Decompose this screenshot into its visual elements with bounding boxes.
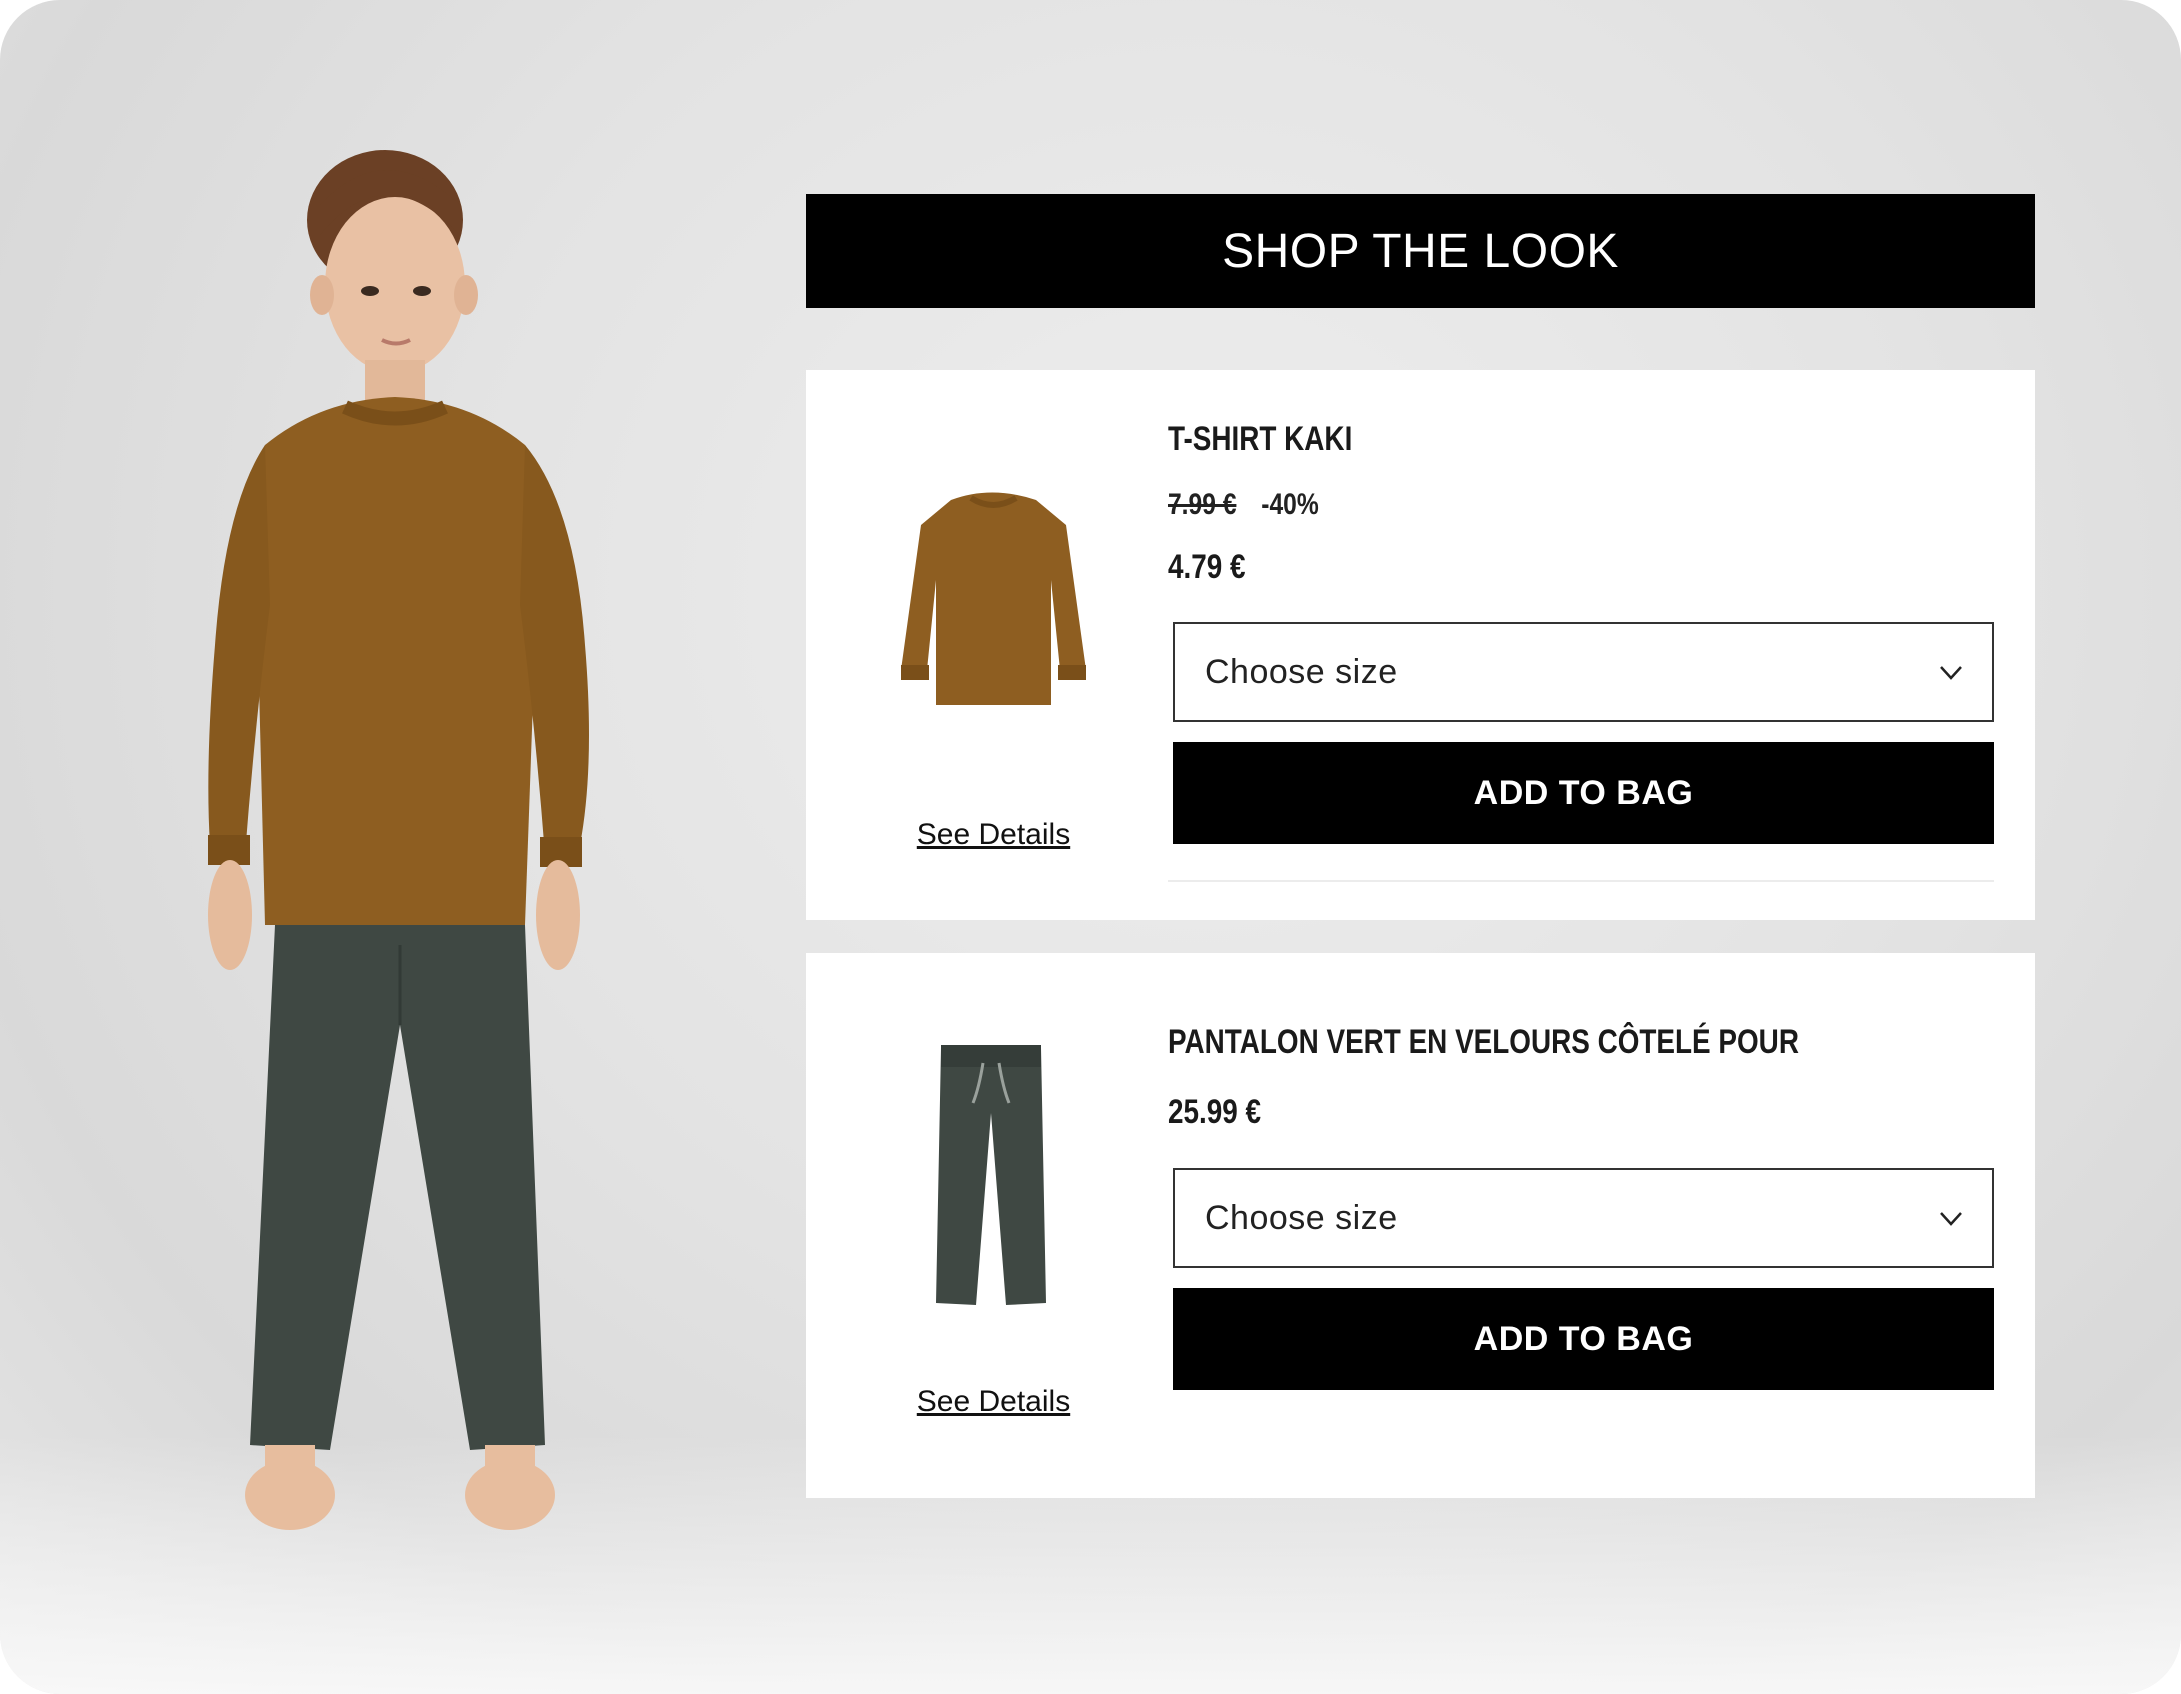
size-select-placeholder: Choose size bbox=[1205, 652, 1398, 691]
product-card: See Details T-SHIRT KAKI 7.99 € -40% 4.7… bbox=[806, 370, 2035, 920]
model-image bbox=[208, 150, 589, 1530]
add-to-bag-button[interactable]: ADD TO BAG bbox=[1173, 742, 1994, 844]
current-price: 25.99 € bbox=[1168, 1093, 1262, 1131]
see-details-link[interactable]: See Details bbox=[906, 1385, 1081, 1419]
chevron-down-icon bbox=[1940, 666, 1962, 680]
product-title[interactable]: PANTALON VERT EN VELOURS CÔTELÉ POUR bbox=[1168, 1023, 1799, 1062]
pants-image[interactable] bbox=[921, 1033, 1061, 1313]
size-select[interactable]: Choose size bbox=[1173, 1168, 1994, 1268]
shop-the-look-header: SHOP THE LOOK bbox=[806, 194, 2035, 308]
add-to-bag-label: ADD TO BAG bbox=[1473, 773, 1694, 812]
product-title[interactable]: T-SHIRT KAKI bbox=[1168, 420, 1352, 459]
price-row: 7.99 € -40% bbox=[1168, 488, 1319, 522]
size-select[interactable]: Choose size bbox=[1173, 622, 1994, 722]
tshirt-image[interactable] bbox=[891, 470, 1096, 720]
divider bbox=[1168, 880, 1994, 882]
product-card: See Details PANTALON VERT EN VELOURS CÔT… bbox=[806, 953, 2035, 1498]
add-to-bag-label: ADD TO BAG bbox=[1473, 1319, 1694, 1358]
old-price: 7.99 € bbox=[1168, 488, 1237, 521]
size-select-placeholder: Choose size bbox=[1205, 1198, 1398, 1237]
discount-badge: -40% bbox=[1261, 488, 1319, 521]
current-price: 4.79 € bbox=[1168, 548, 1246, 586]
see-details-link[interactable]: See Details bbox=[906, 818, 1081, 852]
header-title: SHOP THE LOOK bbox=[1222, 224, 1619, 278]
add-to-bag-button[interactable]: ADD TO BAG bbox=[1173, 1288, 1994, 1390]
page-frame: SHOP THE LOOK See Details T-SHIRT KAKI 7… bbox=[0, 0, 2181, 1694]
chevron-down-icon bbox=[1940, 1212, 1962, 1226]
